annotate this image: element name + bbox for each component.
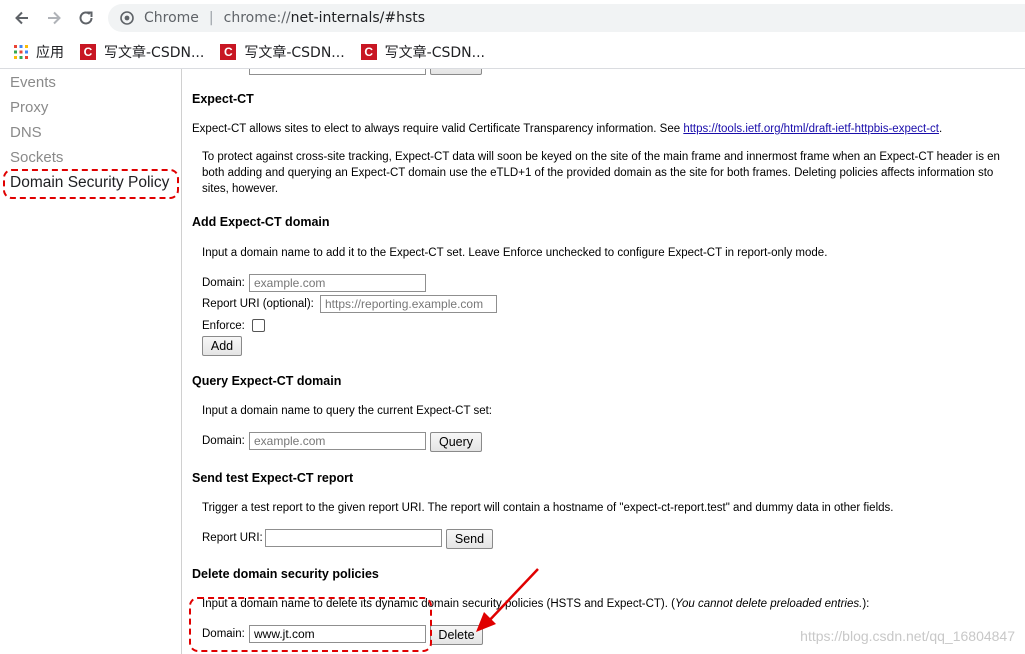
expect-ct-description: Expect-CT allows sites to elect to alway… (192, 123, 943, 135)
sidebar: Events Proxy DNS Sockets Domain Security… (0, 69, 182, 654)
add-expect-ct-title: Add Expect-CT domain (192, 215, 330, 229)
expect-ct-note-line-2: both adding and querying an Expect-CT do… (202, 167, 994, 179)
add-expect-ct-description: Input a domain name to add it to the Exp… (202, 247, 828, 259)
back-button[interactable] (10, 6, 34, 30)
expect-ct-note-line-1: To protect against cross-site tracking, … (202, 151, 1000, 163)
csdn-icon: C (220, 44, 237, 60)
reload-button[interactable] (74, 6, 98, 30)
bookmark-csdn-3[interactable]: C 写文章-CSDN... (360, 42, 485, 62)
send-button[interactable]: Send (446, 529, 493, 549)
query-button[interactable]: Query (430, 432, 482, 452)
test-report-uri-input[interactable] (265, 529, 442, 547)
query-domain-label: Domain: (202, 435, 245, 447)
query-domain-input[interactable]: example.com (249, 432, 426, 450)
send-test-report-description: Trigger a test report to the given repor… (202, 502, 894, 514)
csdn-icon: C (360, 44, 377, 60)
query-expect-ct-description: Input a domain name to query the current… (202, 405, 492, 417)
expect-ct-note-line-3: sites, however. (202, 183, 279, 195)
reload-icon (79, 11, 93, 25)
report-uri-input[interactable]: https://reporting.example.com (320, 295, 497, 313)
arrow-left-icon (15, 11, 28, 25)
bookmarks-bar: 应用 C 写文章-CSDN... C 写文章-CSDN... C 写文章-CSD… (0, 36, 1025, 69)
send-test-report-title: Send test Expect-CT report (192, 471, 354, 485)
sidebar-item-events[interactable]: Events (10, 74, 56, 91)
sidebar-item-proxy[interactable]: Proxy (10, 99, 48, 116)
apps-grid-icon (14, 45, 28, 59)
chrome-icon (120, 11, 134, 25)
browser-toolbar: Chrome | chrome://net-internals/#hsts (0, 0, 1025, 36)
query-expect-ct-title: Query Expect-CT domain (192, 374, 342, 388)
omnibox-separator: | (208, 10, 214, 26)
enforce-label: Enforce: (202, 320, 245, 332)
forward-button[interactable] (42, 6, 66, 30)
delete-policies-title: Delete domain security policies (192, 567, 379, 581)
sidebar-item-sockets[interactable]: Sockets (10, 149, 63, 166)
address-bar[interactable]: Chrome | chrome://net-internals/#hsts (108, 4, 1025, 32)
report-uri-label: Report URI (optional): (202, 298, 314, 310)
csdn-icon: C (80, 44, 96, 60)
add-domain-input[interactable]: example.com (249, 274, 426, 292)
add-domain-label: Domain: (202, 277, 245, 289)
watermark: https://blog.csdn.net/qq_16804847 (800, 628, 1015, 644)
enforce-checkbox[interactable] (252, 319, 265, 332)
previous-form-input[interactable] (249, 69, 426, 75)
expect-ct-title: Expect-CT (192, 92, 254, 106)
annotation-highlight (3, 169, 179, 199)
add-button[interactable]: Add (202, 336, 242, 356)
arrow-right-icon (48, 11, 61, 25)
sidebar-item-dns[interactable]: DNS (10, 124, 42, 141)
bookmark-csdn-2[interactable]: C 写文章-CSDN... (220, 42, 345, 62)
site-name: Chrome (144, 10, 199, 26)
annotation-highlight (189, 597, 432, 652)
expect-ct-spec-link[interactable]: https://tools.ietf.org/html/draft-ietf-h… (683, 123, 939, 135)
url-text: chrome://net-internals/#hsts (223, 10, 426, 26)
annotation-arrow-icon (476, 568, 539, 632)
bookmark-apps[interactable]: 应用 (14, 42, 64, 62)
main-content: Expect-CT Expect-CT allows sites to elec… (182, 69, 1025, 654)
bookmark-csdn-1[interactable]: C 写文章-CSDN... (80, 42, 204, 62)
previous-form-button[interactable] (430, 69, 482, 75)
test-report-uri-label: Report URI: (202, 532, 263, 544)
